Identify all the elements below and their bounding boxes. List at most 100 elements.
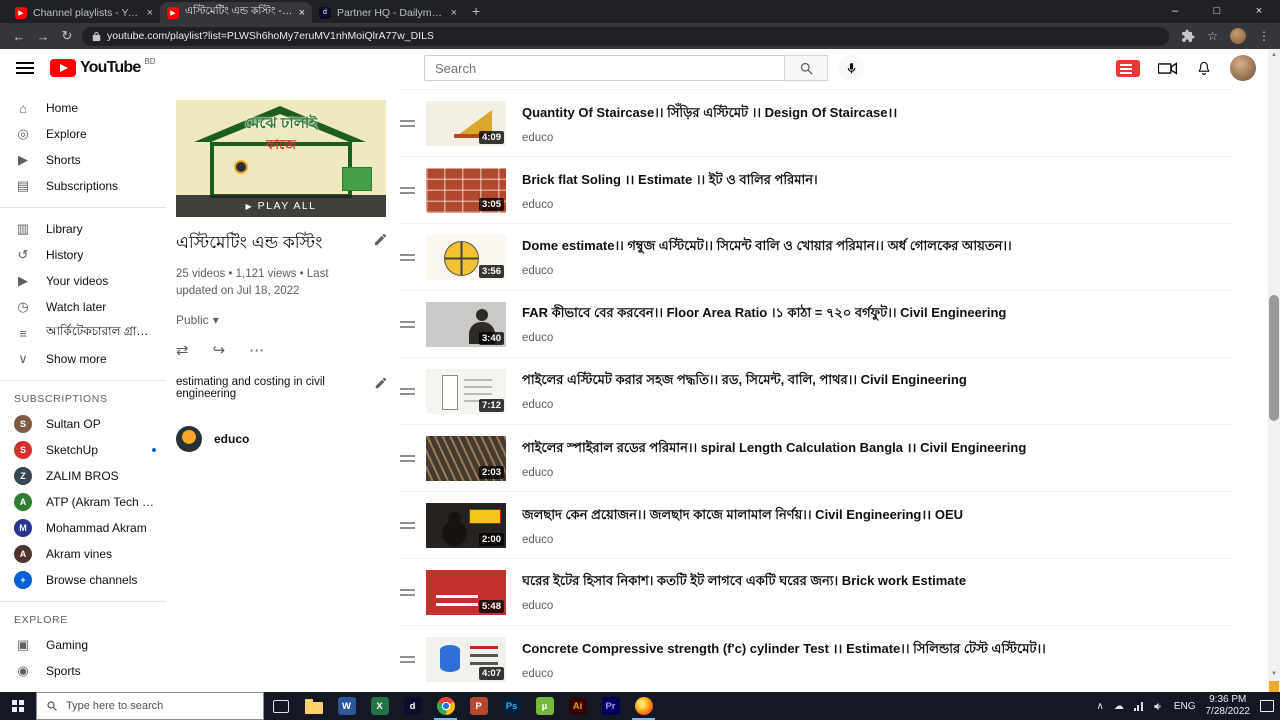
subscription-sketchup[interactable]: S SketchUp [0,437,166,463]
drag-handle-icon[interactable] [400,186,426,194]
video-row[interactable]: 2:03 পাইলের স্পাইরাল রডের পরিমান।। spira… [400,425,1232,492]
drag-handle-icon[interactable] [400,119,426,127]
taskbar-app-photoshop[interactable]: Ps [495,692,528,720]
browser-profile-avatar[interactable] [1230,28,1246,44]
page-scrollbar[interactable]: ▲ ▼ [1268,49,1280,692]
sidebar-item-your-videos[interactable]: ▶ Your videos [0,268,166,294]
window-maximize-button[interactable]: □ [1196,0,1238,23]
sidebar-item-watch-later[interactable]: ◷ Watch later [0,294,166,320]
tab-close-icon[interactable]: × [451,7,457,19]
video-row[interactable]: 4:07 Concrete Compressive strength (f'c)… [400,626,1232,692]
subscription-zalim-bros[interactable]: Z ZALIM BROS [0,463,166,489]
more-actions-button[interactable]: ⋯ [249,341,264,359]
volume-icon[interactable] [1153,701,1164,712]
video-channel[interactable]: educo [522,132,897,144]
video-channel[interactable]: educo [522,534,963,546]
subscription-mohammad-akram[interactable]: M Mohammad Akram [0,515,166,541]
onedrive-cloud-icon[interactable]: ☁ [1114,701,1124,712]
browser-tab-dailymotion[interactable]: d Partner HQ - Dailymotion × [312,2,464,23]
create-video-icon[interactable] [1158,61,1178,76]
video-channel[interactable]: educo [522,399,967,411]
drag-handle-icon[interactable] [400,253,426,261]
video-thumbnail[interactable]: 4:09 [426,100,506,146]
search-button[interactable] [784,55,828,81]
taskbar-app-task-view[interactable] [264,692,297,720]
play-all-button[interactable]: ▶ PLAY ALL [176,195,386,217]
taskbar-app-word[interactable]: W [330,692,363,720]
video-title[interactable]: পাইলের স্পাইরাল রডের পরিমান।। spiral Len… [522,438,1026,460]
video-row[interactable]: 3:05 Brick flat Soling ।। Estimate ।। ইট… [400,157,1232,224]
taskbar-app-utorrent[interactable]: µ [528,692,561,720]
taskbar-app-excel[interactable]: X [363,692,396,720]
drag-handle-icon[interactable] [400,454,426,462]
video-thumbnail[interactable]: 2:00 [426,502,506,548]
video-row[interactable]: 4:09 Quantity Of Staircase।। সিঁড়ির এস্… [400,90,1232,157]
scrollbar-up-arrow[interactable]: ▲ [1268,49,1280,61]
account-avatar[interactable] [1230,55,1256,81]
sidebar-item-history[interactable]: ↺ History [0,242,166,268]
subscription-browse-channels[interactable]: + Browse channels [0,567,166,593]
video-channel[interactable]: educo [522,600,966,612]
subscription-sultan-op[interactable]: S Sultan OP [0,411,166,437]
tubebuddy-extension-icon[interactable] [1116,59,1140,77]
video-channel[interactable]: educo [522,199,818,211]
taskbar-clock[interactable]: 9:36 PM 7/28/2022 [1206,694,1251,719]
subscription-akram-vines[interactable]: A Akram vines [0,541,166,567]
shuffle-button[interactable]: ⇄ [176,341,189,359]
visibility-dropdown[interactable]: Public ▾ [176,313,388,327]
share-button[interactable]: ↪ [213,341,226,359]
tray-chevron-icon[interactable]: ∧ [1097,701,1104,712]
video-title[interactable]: Brick flat Soling ।। Estimate ।। ইট ও বা… [522,170,818,192]
drag-handle-icon[interactable] [400,387,426,395]
video-thumbnail[interactable]: 3:56 [426,234,506,280]
language-indicator[interactable]: ENG [1174,701,1196,712]
edit-title-icon[interactable] [373,232,388,247]
window-close-button[interactable]: × [1238,0,1280,23]
bookmark-star-icon[interactable]: ☆ [1207,29,1218,43]
tab-close-icon[interactable]: × [299,7,305,19]
video-thumbnail[interactable]: 3:05 [426,167,506,213]
playlist-thumbnail[interactable]: মেঝে ঢালাই কাজে ▶ PLAY ALL [176,100,386,217]
sidebar-item-home[interactable]: ⌂ Home [0,95,166,121]
scrollbar-thumb[interactable] [1269,295,1279,421]
video-thumbnail[interactable]: 5:48 [426,569,506,615]
action-center-icon[interactable] [1260,700,1274,712]
notifications-bell-icon[interactable] [1196,60,1212,77]
video-channel[interactable]: educo [522,467,1026,479]
taskbar-app-firefox[interactable] [627,692,660,720]
sidebar-item-architectural-graphics[interactable]: ≡ আর্কিটেকচারাল গ্রাফিক্স [0,320,166,346]
video-title[interactable]: Quantity Of Staircase।। সিঁড়ির এস্টিমেট… [522,103,897,125]
taskbar-app-powerpoint[interactable]: P [462,692,495,720]
video-title[interactable]: Dome estimate।। গম্বুজ এস্টিমেট।। সিমেন্… [522,237,1012,258]
sidebar-item-shorts[interactable]: ▶ Shorts [0,147,166,173]
taskbar-app-premiere[interactable]: Pr [594,692,627,720]
playlist-owner[interactable]: educo [176,425,388,452]
video-channel[interactable]: educo [522,332,1006,344]
sidebar-item-gaming[interactable]: ▣ Gaming [0,632,166,658]
guide-menu-icon[interactable] [16,62,34,74]
video-thumbnail[interactable]: 7:12 [426,368,506,414]
sidebar-item-explore[interactable]: ◎ Explore [0,121,166,147]
browser-tab-playlist[interactable]: ▶ এস্টিমেটিং এন্ড কস্টিং - YouTube × [160,2,312,23]
video-row[interactable]: 5:48 ঘরের ইটের হিসাব নিকাশ। কতটি ইট লাগব… [400,559,1232,626]
video-thumbnail[interactable]: 3:40 [426,301,506,347]
tab-close-icon[interactable]: × [147,7,153,19]
taskbar-app-illustrator[interactable]: Ai [561,692,594,720]
sidebar-item-library[interactable]: ▥ Library [0,216,166,242]
sidebar-item-sports[interactable]: ◉ Sports [0,658,166,684]
video-thumbnail[interactable]: 2:03 [426,435,506,481]
video-title[interactable]: FAR কীভাবে বের করবেন।। Floor Area Ratio … [522,304,1006,325]
voice-search-button[interactable] [838,55,864,81]
scrollbar-down-arrow[interactable]: ▼ [1268,668,1280,680]
video-row[interactable]: 2:00 জলছাদ কেন প্রয়োজন।। জলছাদ কাজে মাল… [400,492,1232,559]
video-title[interactable]: পাইলের এস্টিমেট করার সহজ পদ্ধতি।। রড, সি… [522,371,967,392]
drag-handle-icon[interactable] [400,588,426,596]
video-row[interactable]: 7:12 পাইলের এস্টিমেট করার সহজ পদ্ধতি।। র… [400,358,1232,425]
video-thumbnail[interactable]: 4:07 [426,636,506,682]
taskbar-app-dailymotion[interactable]: d [396,692,429,720]
video-title[interactable]: ঘরের ইটের হিসাব নিকাশ। কতটি ইট লাগবে একট… [522,572,966,593]
sidebar-item-show-more[interactable]: ∨ Show more [0,346,166,372]
video-title[interactable]: জলছাদ কেন প্রয়োজন।। জলছাদ কাজে মালামাল … [522,505,963,527]
browser-menu-icon[interactable]: ⋮ [1258,29,1270,43]
forward-button[interactable]: → [34,29,52,44]
